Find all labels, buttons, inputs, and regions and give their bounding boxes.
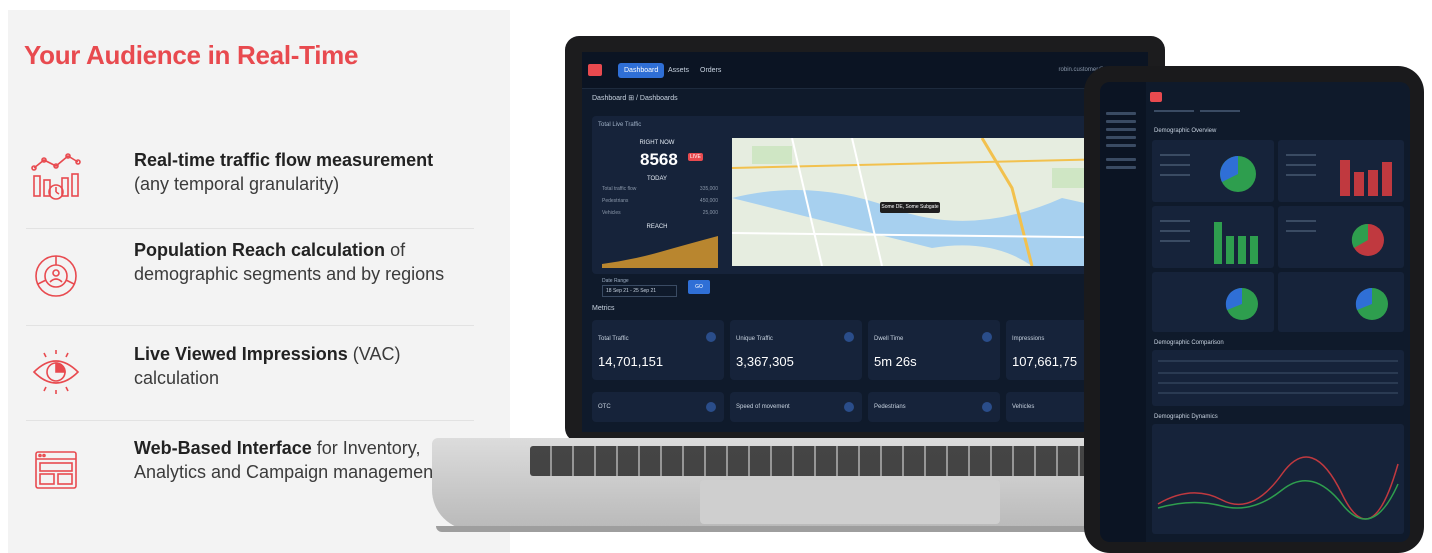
gender-panel — [1152, 206, 1274, 268]
sidebar-item[interactable] — [1106, 128, 1136, 131]
web-interface-icon — [28, 442, 84, 498]
population-reach-icon — [28, 248, 84, 304]
feature-text: Population Reach calculation of demograp… — [134, 240, 445, 284]
pie-chart — [1225, 287, 1258, 320]
metric-icon — [982, 332, 992, 342]
metric-card: Dwell Time 5m 26s — [868, 320, 1000, 380]
section-demographic-comparison: Demographic Comparison — [1154, 340, 1224, 346]
nav-tab-assets[interactable]: Assets — [662, 63, 695, 78]
segment-panel — [1278, 272, 1404, 332]
app-logo — [1150, 92, 1162, 102]
tablet-sidebar — [1100, 82, 1162, 542]
filter-field[interactable] — [1154, 110, 1194, 112]
traffic-flow-icon — [28, 150, 84, 206]
map-tooltip: Some DE, Some Subgate — [880, 202, 940, 213]
feature-text: Web-Based Interface for Inventory, Analy… — [134, 438, 439, 482]
nav-tab-dashboard[interactable]: Dashboard — [618, 63, 665, 78]
tablet-screen: Demographic Overview Demographic Compari… — [1100, 82, 1410, 542]
app-logo — [588, 64, 602, 76]
age-panel — [1278, 206, 1404, 268]
section-demographic-overview: Demographic Overview — [1154, 128, 1217, 134]
metric-icon — [706, 402, 716, 412]
sidebar-item[interactable] — [1106, 120, 1136, 123]
reach-label: REACH — [646, 224, 668, 230]
page-title: Your Audience in Real-Time — [24, 40, 359, 70]
line-chart — [1157, 456, 1399, 520]
sidebar-item[interactable] — [1106, 112, 1136, 115]
breadcrumb: Dashboard ⊞ / Dashboards — [592, 95, 678, 102]
today-label: TODAY — [646, 176, 668, 182]
nav-tab-orders[interactable]: Orders — [694, 63, 727, 78]
metric-icon — [844, 402, 854, 412]
overview-panel — [1152, 140, 1274, 202]
feature-web-interface: Web-Based Interface for Inventory, Analy… — [18, 436, 478, 516]
stat-row: Total traffic flow 335,000 — [602, 186, 718, 192]
metric-icon — [706, 332, 716, 342]
metric-icon — [982, 402, 992, 412]
laptop-trackpad — [700, 480, 1000, 524]
sidebar-item[interactable] — [1106, 166, 1136, 169]
panel-title: Total Live Traffic — [598, 122, 642, 128]
overview-bar-panel — [1278, 140, 1404, 202]
section-demographic-dynamics: Demographic Dynamics — [1154, 414, 1218, 420]
divider — [26, 228, 474, 229]
sidebar-item[interactable] — [1106, 144, 1136, 147]
feature-text: Real-time traffic flow measurement (any t… — [134, 150, 434, 194]
eye-chart-icon — [28, 344, 84, 400]
live-badge: LIVE — [688, 153, 703, 161]
date-range-input[interactable]: 18 Sep 21 - 25 Sep 21 — [602, 285, 677, 297]
right-now-value: 8568 — [640, 150, 678, 169]
metrics-title: Metrics — [592, 305, 615, 312]
feature-viewed-impressions: Live Viewed Impressions (VAC) calculatio… — [18, 342, 478, 402]
bar-chart — [1286, 154, 1392, 196]
feature-population-reach: Population Reach calculation of demograp… — [18, 238, 478, 318]
bar-chart — [1160, 220, 1258, 264]
stat-row: Pedestrians 450,000 — [602, 198, 718, 204]
metric-card-small: Speed of movement — [730, 392, 862, 422]
right-now-label: RIGHT NOW — [639, 140, 675, 146]
top-nav: Dashboard Assets Orders robin.customer@e… — [582, 52, 1148, 89]
filter-field[interactable] — [1200, 110, 1240, 112]
go-button[interactable]: GO — [688, 280, 710, 294]
metric-card: Unique Traffic 3,367,305 — [730, 320, 862, 380]
divider — [26, 325, 474, 326]
feature-traffic-flow: Real-time traffic flow measurement (any t… — [18, 148, 478, 208]
metric-card: Total Traffic 14,701,151 — [592, 320, 724, 380]
metric-card-small: OTC — [592, 392, 724, 422]
divider — [26, 420, 474, 421]
date-range-label: Date Range — [602, 278, 629, 284]
pie-chart — [1160, 154, 1256, 192]
dynamics-chart-panel — [1152, 424, 1404, 534]
segment-panel — [1152, 272, 1274, 332]
reach-area-chart — [602, 236, 718, 268]
metric-card-small: Pedestrians — [868, 392, 1000, 422]
sidebar-item[interactable] — [1106, 158, 1136, 161]
metric-icon — [844, 332, 854, 342]
sidebar-item[interactable] — [1106, 136, 1136, 139]
pie-chart — [1286, 220, 1384, 256]
feature-text: Live Viewed Impressions (VAC) calculatio… — [134, 344, 401, 388]
comparison-table — [1152, 350, 1404, 406]
laptop-screen: Dashboard Assets Orders robin.customer@e… — [582, 52, 1148, 432]
stat-row: Vehicles 25,000 — [602, 210, 718, 216]
pie-chart — [1355, 287, 1388, 320]
